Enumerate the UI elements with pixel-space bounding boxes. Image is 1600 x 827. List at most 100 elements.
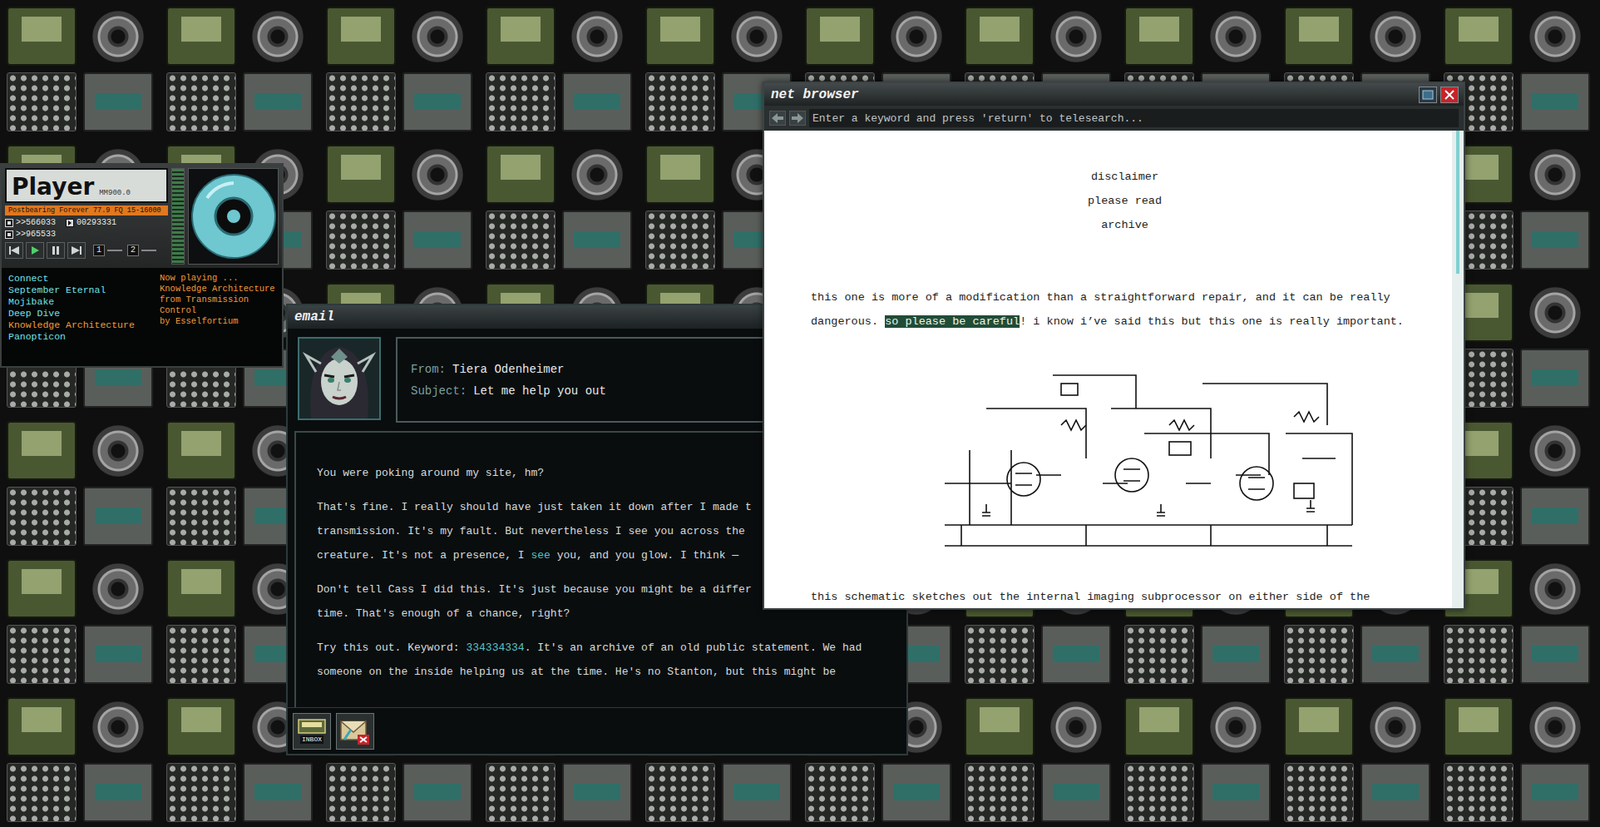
channel-track bbox=[107, 249, 123, 252]
wallpaper-tile bbox=[1277, 690, 1438, 827]
text-run: dangerous. bbox=[810, 315, 885, 328]
text-run: someone on the inside helping us at the … bbox=[316, 665, 836, 678]
panel-graphic bbox=[1041, 762, 1112, 822]
envelope-icon bbox=[339, 716, 371, 746]
avatar-icon bbox=[299, 338, 380, 419]
page-link[interactable]: disclaimer bbox=[1091, 164, 1159, 189]
page-caption: this schematic sketches out the internal… bbox=[810, 587, 1439, 608]
device-graphic bbox=[6, 696, 77, 756]
track-item[interactable]: Connect bbox=[8, 272, 152, 285]
device-graphic bbox=[645, 144, 716, 204]
next-icon bbox=[71, 246, 82, 255]
panel-graphic bbox=[562, 210, 633, 270]
browser-titlebar[interactable]: net browser bbox=[764, 83, 1464, 106]
speaker-graphic bbox=[1529, 424, 1581, 477]
panel-graphic bbox=[881, 762, 952, 822]
text-run: Try this out. Keyword: bbox=[316, 641, 466, 654]
track-item[interactable]: Panopticon bbox=[8, 330, 152, 343]
channel-slot[interactable]: 1 bbox=[93, 244, 123, 257]
speaker-graphic bbox=[1369, 701, 1422, 753]
page-link[interactable]: archive bbox=[1101, 212, 1149, 238]
forward-arrow-icon bbox=[790, 113, 805, 124]
panel-graphic bbox=[1520, 210, 1591, 270]
maximize-button[interactable] bbox=[1418, 86, 1438, 104]
keypad-graphic bbox=[6, 72, 77, 132]
play-button[interactable] bbox=[25, 241, 45, 259]
keypad-graphic bbox=[485, 72, 556, 132]
disc-icon bbox=[190, 172, 277, 260]
speaker-graphic bbox=[1529, 286, 1581, 339]
channel-track bbox=[141, 249, 157, 252]
search-input[interactable] bbox=[809, 108, 1459, 128]
text-run: you, and you glow. I think — bbox=[550, 548, 739, 562]
highlight-link[interactable]: 334334334 bbox=[465, 641, 524, 654]
web-page: disclaimerplease readarchive this one is … bbox=[764, 130, 1452, 608]
wallpaper-tile bbox=[319, 138, 480, 277]
close-button[interactable] bbox=[1440, 86, 1459, 104]
browser-window[interactable]: net browser disclaimerplease readarchive t… bbox=[762, 81, 1466, 610]
track-item[interactable]: Knowledge Architecture bbox=[8, 319, 152, 331]
email-line: someone on the inside helping us at the … bbox=[316, 659, 899, 684]
back-button[interactable] bbox=[769, 110, 786, 126]
channel-selector[interactable]: 12 bbox=[93, 244, 157, 257]
keypad-graphic bbox=[645, 210, 716, 270]
keypad-graphic bbox=[1283, 762, 1354, 822]
panel-graphic bbox=[1200, 762, 1271, 822]
previous-button[interactable] bbox=[4, 241, 24, 259]
text-run: That's fine. I really should have just t… bbox=[316, 500, 752, 514]
transport-controls: 12 bbox=[4, 241, 168, 259]
next-button[interactable] bbox=[67, 241, 86, 259]
panel-graphic bbox=[1520, 624, 1591, 684]
panel-graphic bbox=[1520, 348, 1591, 408]
wallpaper-tile bbox=[1437, 690, 1597, 827]
device-graphic bbox=[325, 144, 396, 204]
device-graphic bbox=[325, 6, 396, 66]
speaker-graphic bbox=[1369, 10, 1422, 63]
device-graphic bbox=[166, 558, 237, 618]
readout: >>566033 bbox=[4, 217, 56, 228]
inbox-button[interactable]: INBOX bbox=[292, 712, 331, 750]
track-item[interactable]: Mojibake bbox=[8, 296, 152, 308]
pause-button[interactable] bbox=[46, 241, 65, 259]
track-item[interactable]: September Eternal bbox=[8, 284, 152, 297]
speaker-graphic bbox=[730, 10, 783, 63]
speaker-graphic bbox=[1209, 701, 1262, 753]
readout: >>965533 bbox=[4, 229, 56, 240]
desktop: PlayerMM900.0Postbearing Forever 77.9 FQ… bbox=[0, 0, 1600, 827]
keypad-graphic bbox=[964, 624, 1035, 684]
wallpaper-tile bbox=[0, 0, 160, 139]
device-graphic bbox=[645, 6, 716, 66]
page-links: disclaimerplease readarchive bbox=[810, 164, 1439, 238]
keypad-graphic bbox=[166, 624, 237, 684]
disc-bay bbox=[187, 167, 279, 265]
device-graphic bbox=[1443, 696, 1514, 756]
track-item[interactable]: Deep Dive bbox=[8, 307, 152, 320]
highlight-link[interactable]: see bbox=[530, 548, 550, 562]
forward-button[interactable] bbox=[789, 110, 806, 126]
scrollbar[interactable] bbox=[1451, 130, 1464, 608]
email-paragraph: Try this out. Keyword: 334334334. It's a… bbox=[316, 635, 899, 684]
keypad-graphic bbox=[325, 762, 396, 822]
page-line: this one is more of a modification than … bbox=[810, 285, 1439, 310]
speaker-graphic bbox=[92, 424, 144, 477]
panel-graphic bbox=[242, 72, 313, 132]
browser-content: disclaimerplease readarchive this one is … bbox=[764, 130, 1464, 608]
page-paragraph: this one is more of a modification than … bbox=[810, 285, 1439, 334]
keypad-graphic bbox=[804, 762, 875, 822]
channel-slot[interactable]: 2 bbox=[127, 244, 157, 257]
player-window[interactable]: PlayerMM900.0Postbearing Forever 77.9 FQ… bbox=[0, 162, 284, 368]
scrollbar-thumb[interactable] bbox=[1456, 130, 1460, 274]
compose-button[interactable] bbox=[335, 712, 375, 750]
wallpaper-tile bbox=[1117, 690, 1278, 827]
panel-graphic bbox=[402, 762, 473, 822]
keypad-graphic bbox=[6, 486, 77, 546]
text-run: transmission. It's my fault. But neverth… bbox=[316, 524, 746, 538]
wallpaper-tile bbox=[958, 690, 1118, 827]
panel-graphic bbox=[1520, 762, 1591, 822]
page-link[interactable]: please read bbox=[1087, 188, 1162, 213]
browser-navbar bbox=[764, 105, 1464, 131]
speaker-graphic bbox=[411, 148, 464, 201]
counter: 00293331 bbox=[65, 217, 117, 228]
counter-icon bbox=[65, 218, 75, 228]
device-graphic bbox=[804, 6, 875, 66]
